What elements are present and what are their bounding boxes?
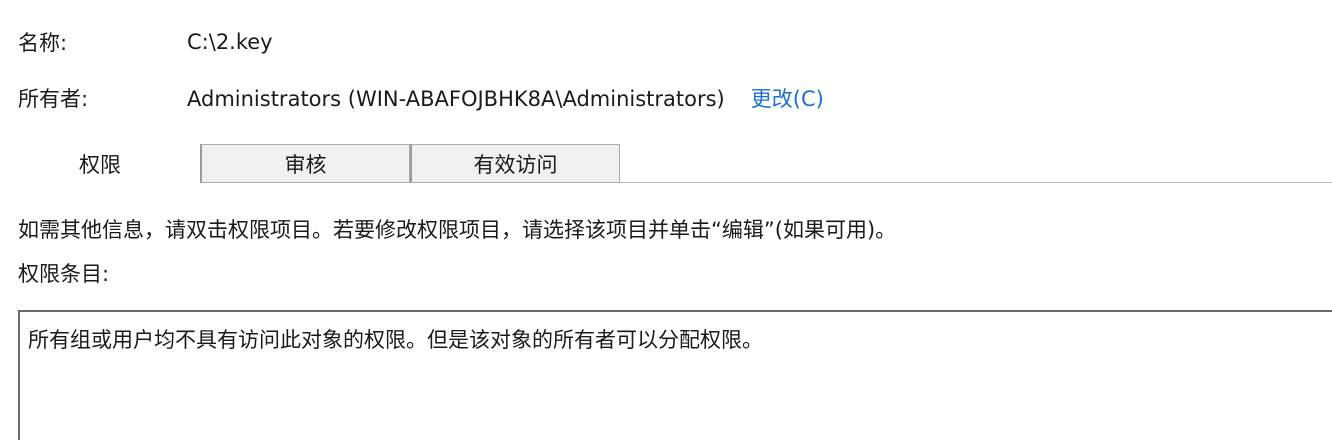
permissions-info-text: 如需其他信息，请双击权限项目。若要修改权限项目，请选择该项目并单击“编辑”(如果…	[18, 218, 897, 242]
tab-strip: 权限 审核 有效访问	[0, 144, 1332, 184]
permission-entries-list[interactable]: 所有组或用户均不具有访问此对象的权限。但是该对象的所有者可以分配权限。	[18, 310, 1332, 440]
owner-value: Administrators (WIN-ABAFOJBHK8A\Administ…	[187, 87, 725, 111]
object-name-value: C:\2.key	[187, 30, 273, 54]
tab-effective-access[interactable]: 有效访问	[410, 144, 620, 183]
object-name-label: 名称:	[18, 31, 68, 55]
advanced-security-settings: 名称: C:\2.key 所有者: Administrators (WIN-AB…	[0, 0, 1332, 440]
tab-strip-divider	[620, 182, 1332, 183]
owner-label: 所有者:	[18, 87, 89, 111]
tab-permissions[interactable]: 权限	[0, 144, 200, 184]
tab-auditing[interactable]: 审核	[200, 144, 410, 183]
no-permissions-message: 所有组或用户均不具有访问此对象的权限。但是该对象的所有者可以分配权限。	[28, 328, 763, 352]
owner-value-group: Administrators (WIN-ABAFOJBHK8A\Administ…	[187, 83, 824, 113]
change-owner-link[interactable]: 更改(C)	[751, 87, 824, 111]
permission-entries-label: 权限条目:	[18, 262, 110, 286]
